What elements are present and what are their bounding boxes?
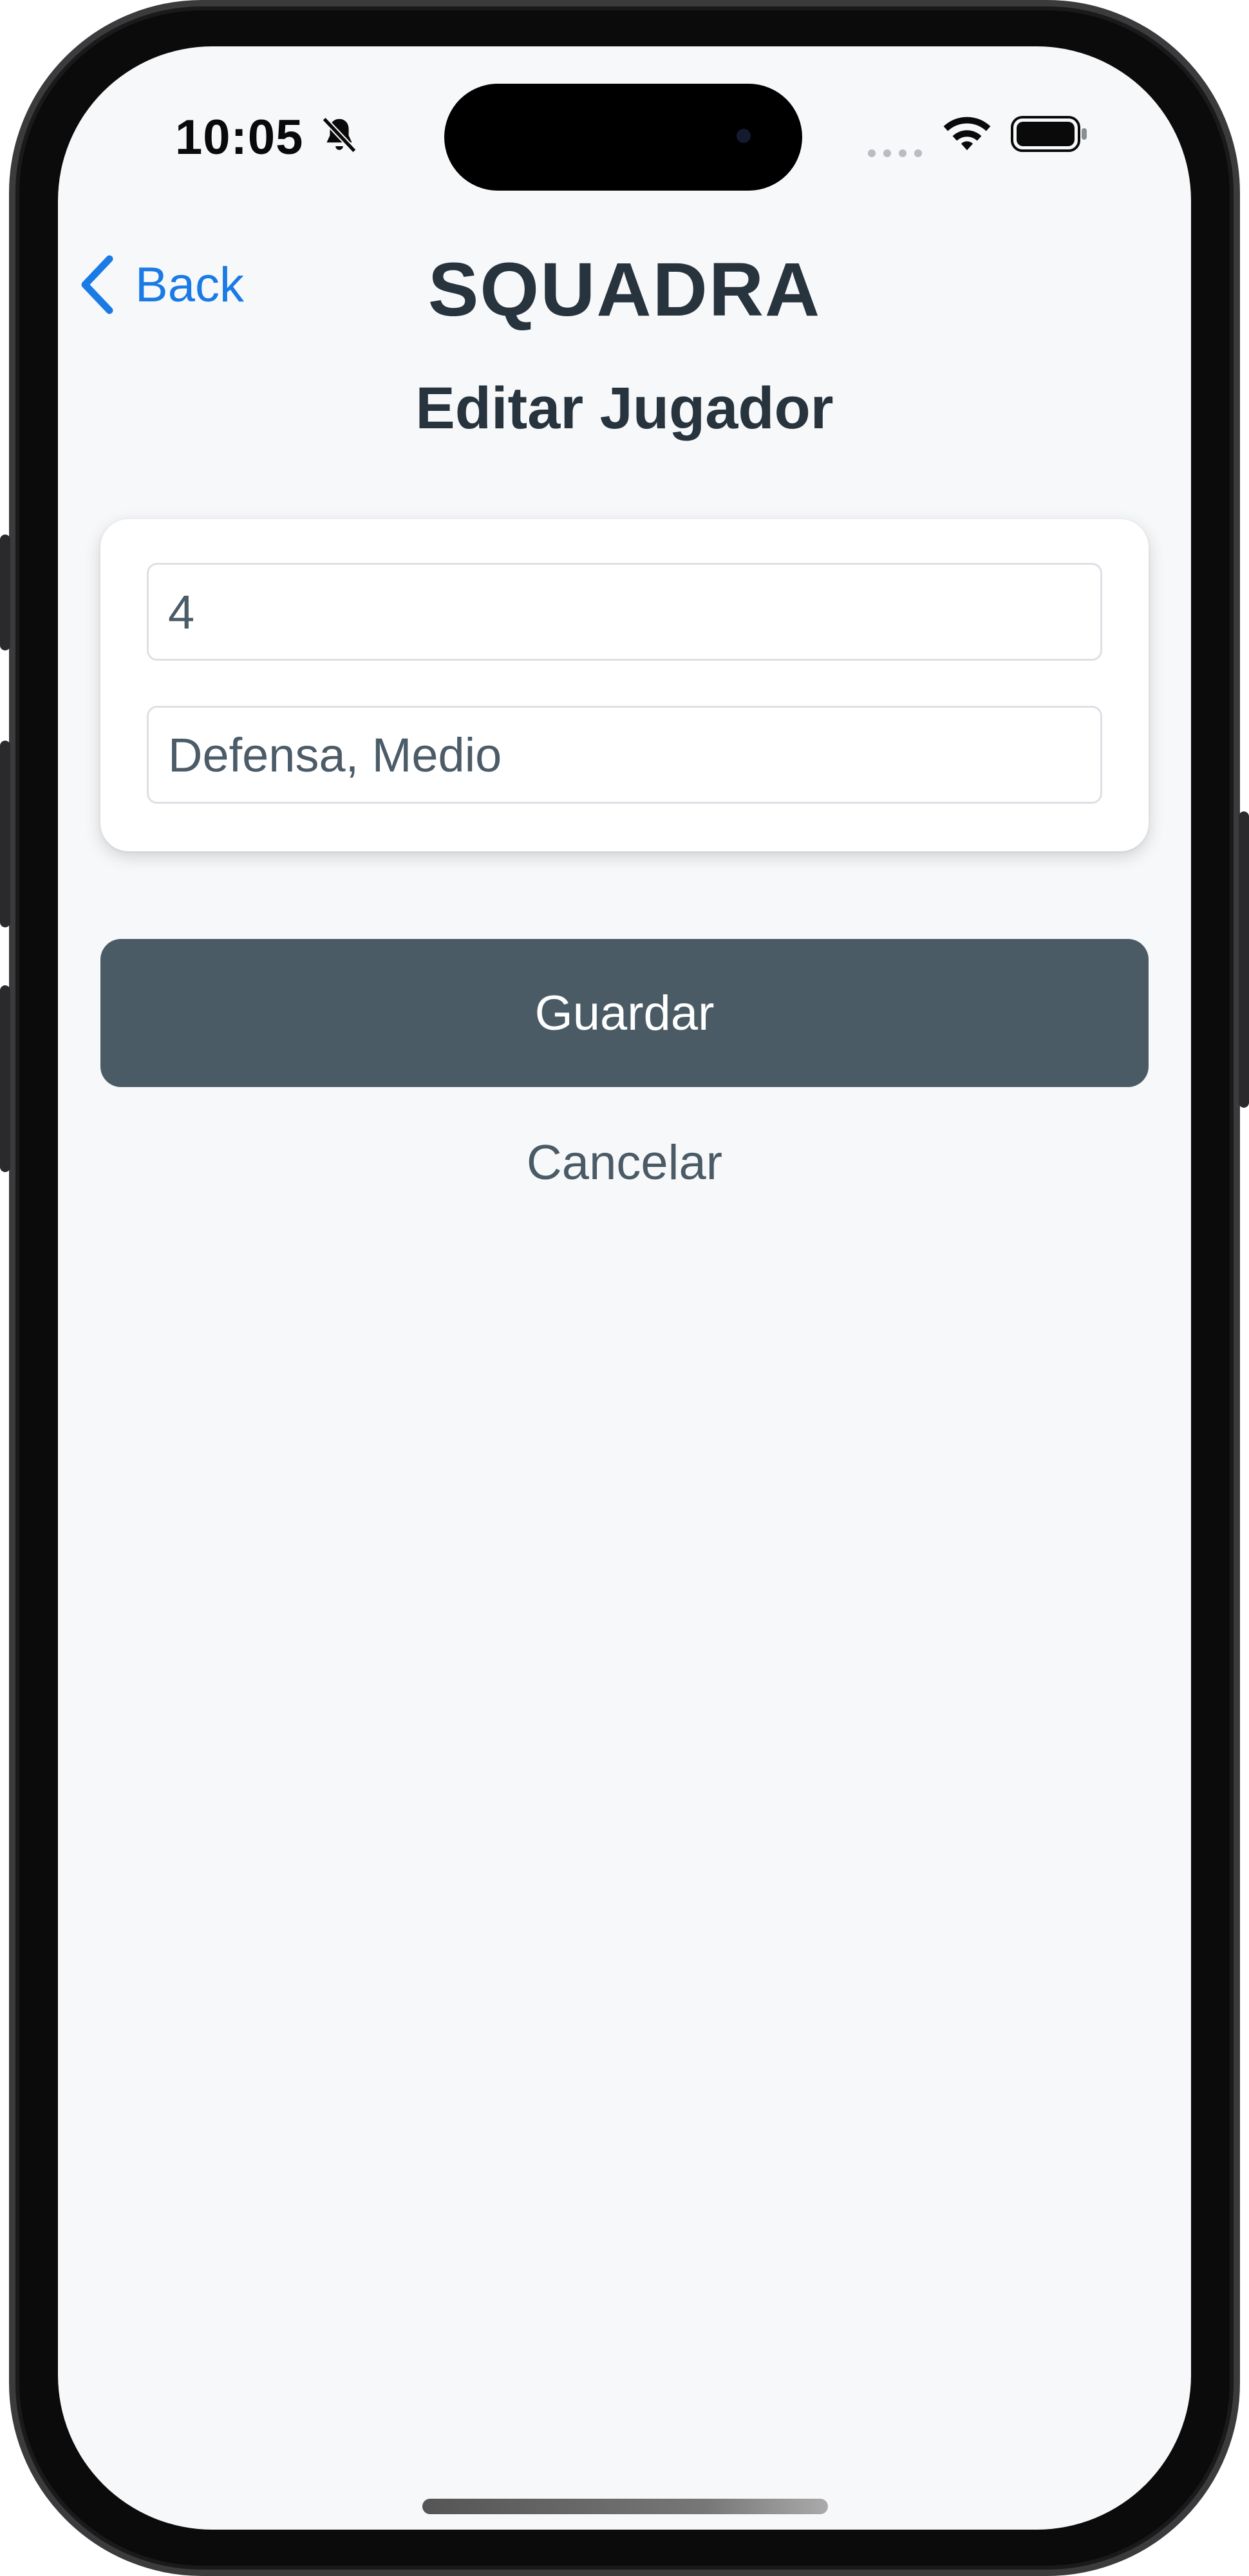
action-button <box>0 535 10 650</box>
player-form-card: 4 Defensa, Medio <box>100 519 1149 851</box>
screen: 10:05 Back SQUADRA Editar Jugador 4 Defe… <box>58 46 1191 2530</box>
bell-slash-icon <box>322 117 357 153</box>
cancel-button[interactable]: Cancelar <box>58 1135 1191 1191</box>
status-time: 10:05 <box>175 110 304 165</box>
status-bar: 10:05 <box>58 46 1191 191</box>
volume-up-button <box>0 741 10 927</box>
power-button <box>1239 811 1249 1108</box>
app-title: SQUADRA <box>427 247 822 332</box>
signal-icon <box>868 149 922 157</box>
dynamic-island <box>444 84 802 191</box>
volume-down-button <box>0 985 10 1172</box>
page-title: Editar Jugador <box>415 375 834 441</box>
home-indicator <box>422 2499 828 2514</box>
wifi-icon <box>943 117 991 151</box>
camera-dot <box>737 129 751 143</box>
navigation-bar: Back SQUADRA <box>58 233 1191 336</box>
player-position-field[interactable]: Defensa, Medio <box>147 706 1102 804</box>
player-number-field[interactable]: 4 <box>147 563 1102 661</box>
save-button[interactable]: Guardar <box>100 939 1149 1087</box>
battery-icon <box>1011 116 1087 152</box>
